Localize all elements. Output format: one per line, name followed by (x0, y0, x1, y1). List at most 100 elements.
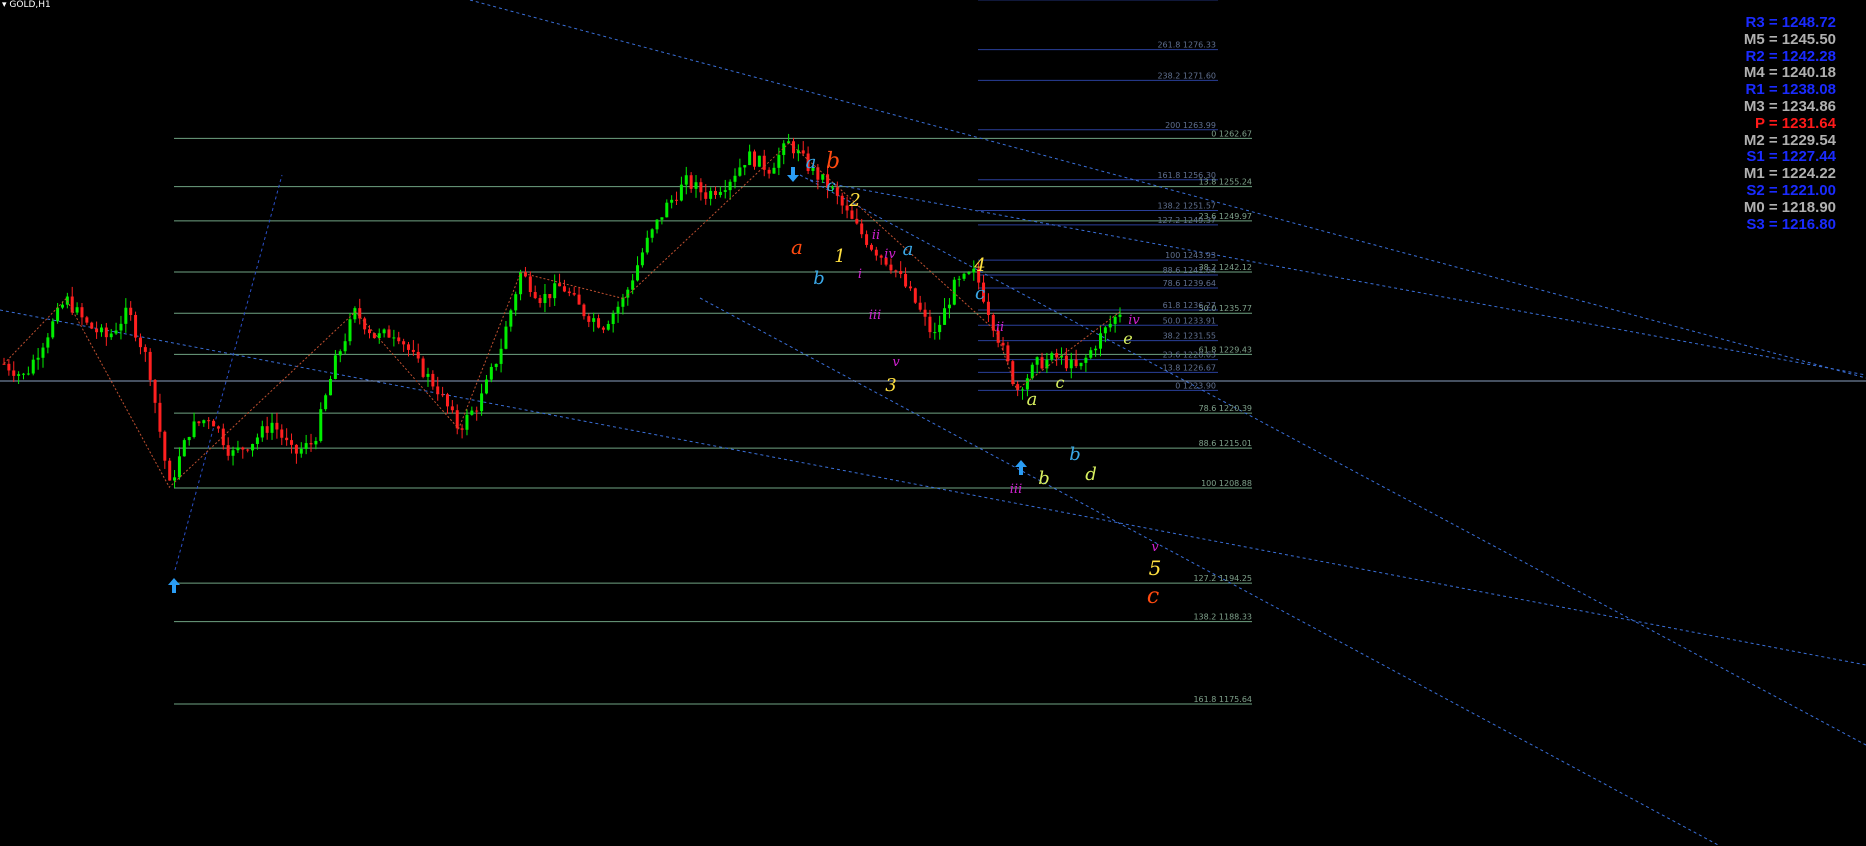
candle-body (889, 264, 893, 271)
candle-body (207, 420, 211, 422)
candle-body (343, 341, 347, 352)
pivot-level-label: R1 = 1238.08 (1745, 81, 1837, 99)
candle-body (104, 327, 108, 338)
candle-body (129, 307, 133, 315)
candle-body (51, 321, 55, 338)
candle-body (1030, 364, 1034, 379)
wave-label: b (1038, 468, 1050, 489)
trendline (699, 297, 1721, 846)
candle-body (1001, 342, 1005, 346)
candle-body (255, 437, 259, 445)
pivot-level-label: S3 = 1216.80 (1746, 215, 1836, 233)
pivot-level-label: P = 1231.64 (1754, 114, 1836, 132)
candle-body (938, 324, 942, 333)
candle-body (840, 195, 844, 206)
candle-body (60, 304, 64, 308)
fib-extension-label: 38.2 1231.55 (1163, 332, 1216, 341)
candle-body (173, 477, 177, 481)
candle-body (1118, 314, 1122, 317)
wave-label: c (1147, 584, 1159, 609)
candle-body (182, 440, 186, 457)
candle-body (738, 167, 742, 176)
candle-body (728, 181, 732, 191)
symbol-label: ▾ GOLD,H1 (2, 0, 51, 10)
fib-extension-label: 88.6 1241.64 (1163, 266, 1216, 275)
trendline (174, 174, 283, 571)
candle-body (348, 319, 352, 342)
candle-body (1084, 357, 1088, 363)
candle-body (465, 414, 469, 430)
fib-level-label: 0 1262.67 (1211, 129, 1252, 138)
candle-body (353, 308, 357, 320)
candle-body (1006, 345, 1010, 362)
candle-body (714, 190, 718, 195)
candle-body (70, 296, 74, 313)
candle-body (699, 182, 703, 193)
candle-body (567, 291, 571, 294)
up-arrow-icon (168, 578, 180, 593)
pivot-level-label: M4 = 1240.18 (1743, 64, 1836, 82)
candle-body (197, 421, 201, 424)
candle-body (31, 359, 35, 374)
candle-body (304, 443, 308, 449)
candle-body (158, 402, 162, 432)
candle-body (285, 437, 289, 441)
candle-body (499, 348, 503, 364)
candle-body (879, 255, 883, 258)
wave-label: b (826, 149, 840, 174)
candle-body (299, 448, 303, 454)
candle-body (597, 318, 601, 328)
fib-extension-label: 127.2 1249.37 (1157, 216, 1216, 225)
candle-body (431, 373, 435, 387)
candle-body (1035, 357, 1039, 365)
candle-body (533, 292, 537, 299)
candle-body (850, 210, 854, 219)
fib-level-label: 161.8 1175.64 (1193, 695, 1252, 704)
fib-extension-label: 61.8 1236.27 (1163, 301, 1216, 310)
candle-body (621, 297, 625, 307)
fib-level-label: 127.2 1194.25 (1193, 574, 1252, 583)
wave-label: iv (884, 247, 896, 262)
candle-body (1064, 355, 1068, 369)
candle-body (777, 154, 781, 168)
pivot-level-label: M3 = 1234.86 (1743, 98, 1836, 115)
candle-body (865, 234, 869, 245)
wave-label: c (1056, 373, 1065, 392)
candle-body (484, 379, 488, 394)
candle-body (845, 205, 849, 211)
candle-body (577, 294, 581, 305)
candle-body (587, 316, 591, 322)
candle-body (650, 229, 654, 238)
fib-extension-label: 138.2 1251.57 (1157, 202, 1216, 211)
candle-body (957, 278, 961, 280)
candle-body (397, 337, 401, 342)
candle-body (1099, 333, 1103, 349)
candle-body (869, 244, 873, 250)
candle-body (874, 249, 878, 256)
candle-body (757, 155, 761, 167)
candle-body (216, 426, 220, 429)
candle-body (908, 286, 912, 289)
candle-body (543, 294, 547, 304)
candle-body (241, 447, 245, 450)
fib-extension-label: 200 1263.99 (1165, 121, 1216, 130)
pivot-level-label: M0 = 1218.90 (1743, 198, 1836, 216)
candle-body (616, 306, 620, 314)
trend-lines (0, 0, 1866, 846)
candle-body (470, 410, 474, 415)
candle-body (56, 307, 60, 322)
candle-body (670, 199, 674, 203)
chart-menu-icon[interactable]: ▾ (2, 0, 7, 10)
wave-label: 2 (848, 190, 860, 211)
candle-body (212, 420, 216, 427)
wave-label: v (1151, 540, 1159, 555)
wave-label: iii (869, 308, 881, 323)
fib-extension-label: 50.0 1233.91 (1163, 316, 1216, 325)
candle-body (148, 351, 152, 380)
candle-body (46, 337, 50, 348)
candle-body (504, 326, 508, 349)
candle-body (514, 294, 518, 311)
candle-body (553, 283, 557, 299)
wave-label: iv (1128, 313, 1140, 328)
candle-body (168, 460, 172, 481)
